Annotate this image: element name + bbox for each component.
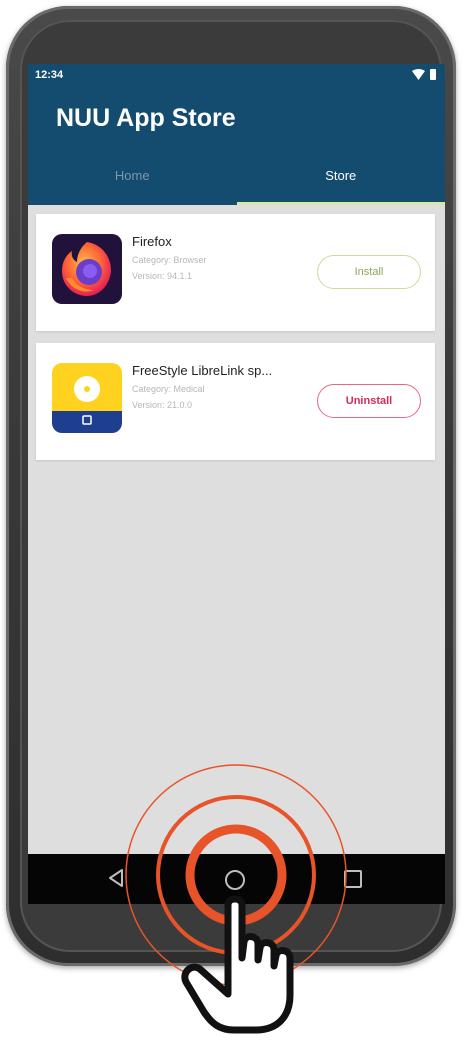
pointing-hand-icon [181,895,294,1034]
tap-overlay [125,764,347,1034]
